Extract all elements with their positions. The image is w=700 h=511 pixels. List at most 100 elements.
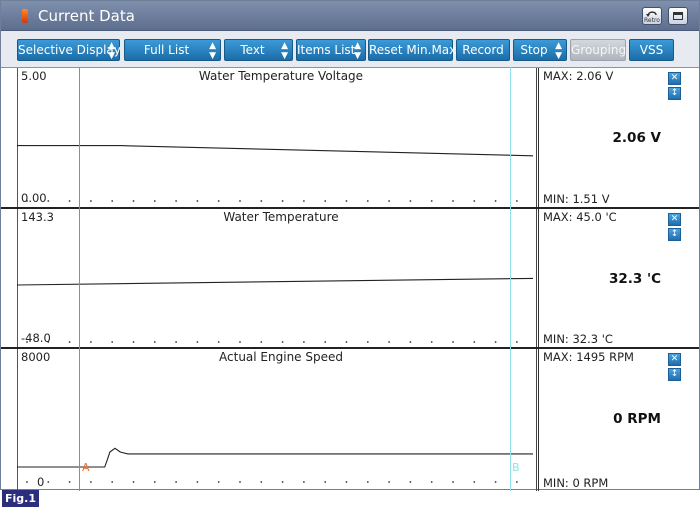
tick-dot: [452, 481, 454, 483]
tick-dot: [430, 341, 433, 343]
vss-button[interactable]: VSS: [629, 39, 674, 61]
full-list-button[interactable]: Full List ▲ ▼: [124, 39, 221, 61]
current-data-window: Current Data Retro Selective Display ▲ ▼ …: [0, 0, 700, 491]
tick-dot: [260, 481, 263, 483]
tick-dot: [452, 341, 454, 343]
move-updown-icon[interactable]: ↕: [668, 87, 681, 100]
tick-dot: [47, 341, 50, 343]
tick-dot: [303, 341, 305, 343]
tick-dot: [175, 481, 178, 483]
close-icon[interactable]: ✕: [668, 72, 681, 85]
reset-min-max-button[interactable]: Reset Min.Max: [368, 39, 457, 61]
panel-divider: [538, 68, 539, 207]
tick-dot: [26, 200, 28, 202]
tick-dot: [90, 481, 92, 483]
maximize-button[interactable]: [668, 7, 688, 25]
record-button[interactable]: Record: [456, 39, 510, 61]
tick-dot: [345, 200, 348, 202]
tick-dot: [366, 200, 369, 202]
graph-panel-water-temperature: 143.3 -48.0 Water Temperature MAX: 45.0 …: [1, 207, 699, 347]
min-value: MIN: 1.51 V: [543, 192, 610, 206]
tick-dot: [494, 341, 497, 343]
min-value: MIN: 32.3 'C: [543, 332, 613, 346]
tick-dot: [494, 200, 497, 202]
tick-dot: [47, 481, 50, 483]
min-value: MIN: 0 RPM: [543, 476, 609, 490]
text-label: Text: [240, 43, 265, 57]
tick-dot: [345, 341, 348, 343]
cursor-b-label: B: [512, 461, 520, 474]
retro-button[interactable]: Retro: [642, 7, 662, 25]
grouping-button[interactable]: Grouping: [570, 39, 626, 61]
tick-dot: [260, 200, 263, 202]
selective-display-button[interactable]: Selective Display ▲ ▼: [17, 39, 121, 61]
tick-dot: [388, 481, 390, 483]
max-value: MAX: 1495 RPM: [543, 350, 634, 364]
tick-dot: [68, 341, 71, 343]
tick-dot: [324, 341, 327, 343]
tick-dot: [516, 481, 518, 483]
tick-dot: [409, 341, 412, 343]
max-value: MAX: 45.0 'C: [543, 210, 617, 224]
figure-label: Fig.1: [2, 490, 39, 507]
current-value: 2.06 V: [612, 130, 661, 146]
tick-dot: [345, 481, 348, 483]
tick-dot: [132, 200, 135, 202]
updown-arrow-icon: ▲ ▼: [281, 41, 288, 61]
tick-dot: [26, 481, 28, 483]
items-list-button[interactable]: Items List ▲ ▼: [296, 39, 366, 61]
tick-dot: [388, 200, 390, 202]
graph-panel-water-temperature-voltage: 5.00 0.00 Water Temperature Voltage MAX:…: [1, 67, 699, 207]
graph-panel-actual-engine-speed: 8000 0 Actual Engine Speed MAX: 1495 RPM…: [1, 347, 699, 491]
text-button[interactable]: Text ▲ ▼: [224, 39, 293, 61]
tick-dot: [196, 200, 199, 202]
maximize-icon: [673, 12, 683, 20]
selective-display-label: Selective Display: [18, 43, 121, 57]
cursor-a-label: A: [82, 461, 90, 474]
title-bar: Current Data Retro: [1, 1, 699, 31]
tick-dot: [516, 200, 518, 202]
tick-dot: [494, 481, 497, 483]
tick-dot: [324, 200, 327, 202]
trace-line: [17, 145, 534, 157]
close-icon[interactable]: ✕: [668, 353, 681, 366]
reset-min-max-label: Reset Min.Max: [369, 43, 457, 57]
tick-dot: [239, 341, 241, 343]
retro-label: Retro: [644, 17, 660, 24]
cursor-a-line[interactable]: [79, 67, 80, 491]
max-value: MAX: 2.06 V: [543, 69, 614, 83]
tick-dot: [281, 200, 284, 202]
tick-dot: [324, 481, 327, 483]
tick-dot: [153, 200, 156, 202]
close-icon[interactable]: ✕: [668, 213, 681, 226]
move-updown-icon[interactable]: ↕: [668, 368, 681, 381]
tick-dot: [473, 200, 476, 202]
cursor-b-line[interactable]: [510, 67, 511, 491]
tick-dot: [47, 200, 50, 202]
grouping-label: Grouping: [571, 43, 627, 57]
tick-dot: [132, 341, 135, 343]
tick-dot: [303, 200, 305, 202]
updown-arrow-icon: ▲ ▼: [354, 41, 361, 61]
tick-dot: [388, 341, 390, 343]
stop-button[interactable]: Stop ▲ ▼: [513, 39, 567, 61]
move-updown-icon[interactable]: ↕: [668, 228, 681, 241]
tick-dot: [111, 200, 114, 202]
tick-dot: [452, 200, 454, 202]
tick-dot: [111, 481, 114, 483]
items-list-label: Items List: [297, 43, 356, 57]
tick-dot: [196, 341, 199, 343]
tick-dot: [132, 481, 135, 483]
tick-dot: [175, 341, 178, 343]
toolbar: Selective Display ▲ ▼ Full List ▲ ▼ Text ▲…: [1, 31, 699, 67]
tick-dot: [409, 200, 412, 202]
full-list-label: Full List: [143, 43, 190, 57]
tick-dot: [430, 200, 433, 202]
updown-arrow-icon: ▲ ▼: [108, 41, 115, 61]
tick-dot: [26, 341, 28, 343]
tick-dot: [430, 481, 433, 483]
panel-divider: [538, 209, 539, 347]
window-title: Current Data: [38, 7, 135, 25]
tick-dot: [111, 341, 114, 343]
tick-dot: [217, 341, 220, 343]
